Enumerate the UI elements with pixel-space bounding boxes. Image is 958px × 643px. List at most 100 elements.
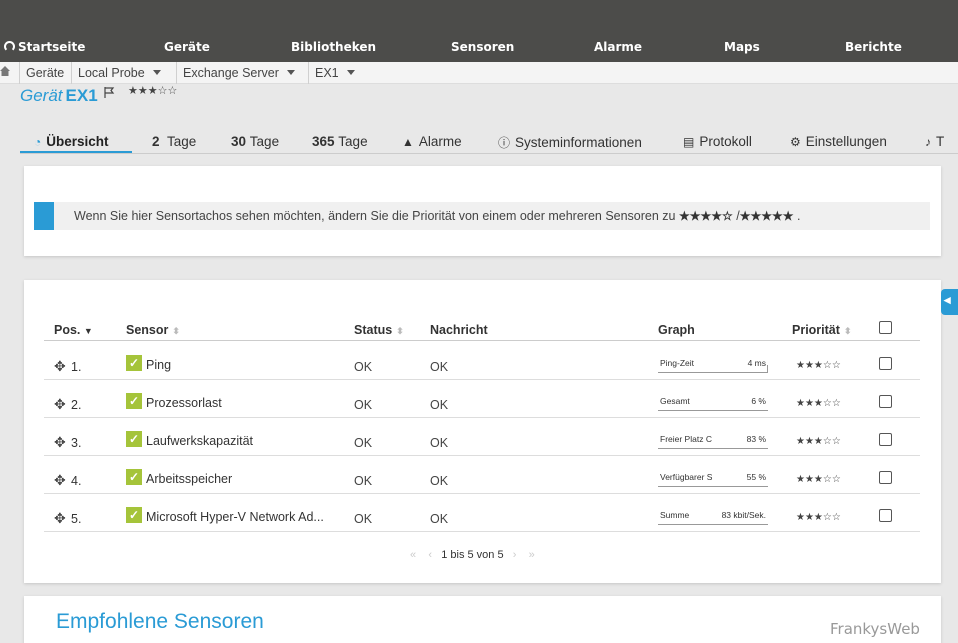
col-header-graph: Graph <box>658 323 695 337</box>
nav-libraries[interactable]: Bibliotheken <box>291 40 376 54</box>
page-title: Gerät EX1 <box>20 86 98 106</box>
device-priority-stars[interactable]: ★★★☆☆ <box>128 84 177 97</box>
sensor-name[interactable]: Prozessorlast <box>146 396 222 410</box>
row-checkbox[interactable] <box>879 509 892 522</box>
device-name[interactable]: EX1 <box>66 86 98 105</box>
priority-stars[interactable]: ★★★☆☆ <box>796 512 841 523</box>
priority-stars[interactable]: ★★★☆☆ <box>796 436 841 447</box>
move-icon[interactable]: ✥ <box>54 396 66 413</box>
breadcrumb-devices[interactable]: Geräte <box>19 62 64 84</box>
sensor-graph[interactable]: Ping-Zeit 4 ms <box>658 357 768 373</box>
col-header-pos[interactable]: Pos. ▼ <box>54 323 93 337</box>
nav-alarms[interactable]: Alarme <box>594 40 642 54</box>
arrow-left-icon: ◂ <box>944 292 951 307</box>
chevron-down-icon[interactable] <box>152 70 161 75</box>
info-icon: ⓘ <box>498 136 511 150</box>
tab-log[interactable]: ▤ Protokoll <box>683 134 752 149</box>
nav-home[interactable]: Startseite <box>4 40 85 54</box>
side-panel-toggle[interactable]: ◂ <box>941 289 958 315</box>
sensor-graph[interactable]: Freier Platz C 83 % <box>658 433 768 449</box>
row-checkbox[interactable] <box>879 395 892 408</box>
status-ok-icon: ✓ <box>126 393 142 409</box>
home-icon[interactable] <box>0 66 10 76</box>
sensor-status: OK <box>354 436 373 450</box>
move-icon[interactable]: ✥ <box>54 510 66 527</box>
nav-maps[interactable]: Maps <box>724 40 760 54</box>
sensor-message: OK <box>430 436 449 450</box>
breadcrumb-local-probe[interactable]: Local Probe <box>71 62 161 84</box>
table-row[interactable]: ✥ 1. ✓ Ping OK OK Ping-Zeit 4 ms ★★★☆☆ <box>44 342 920 380</box>
sensor-status: OK <box>354 360 373 374</box>
sensor-message: OK <box>430 512 449 526</box>
sensor-name[interactable]: Laufwerkskapazität <box>146 434 253 448</box>
col-header-status[interactable]: Status ⬍ <box>354 323 404 337</box>
breadcrumb-exchange-server[interactable]: Exchange Server <box>176 62 295 84</box>
breadcrumb-ex1[interactable]: EX1 <box>308 62 355 84</box>
nav-reports[interactable]: Berichte <box>845 40 902 54</box>
row-checkbox[interactable] <box>879 357 892 370</box>
table-row[interactable]: ✥ 3. ✓ Laufwerkskapazität OK OK Freier P… <box>44 418 920 456</box>
sensor-graph[interactable]: Summe 83 kbit/Sek. <box>658 509 768 525</box>
move-icon[interactable]: ✥ <box>54 358 66 375</box>
table-row[interactable]: ✥ 4. ✓ Arbeitsspeicher OK OK Verfügbarer… <box>44 456 920 494</box>
status-ok-icon: ✓ <box>126 469 142 485</box>
stars-five: ★★★★★ <box>739 209 794 223</box>
chevron-down-icon[interactable] <box>286 70 295 75</box>
nav-devices[interactable]: Geräte <box>164 40 210 54</box>
priority-stars[interactable]: ★★★☆☆ <box>796 360 841 371</box>
sensor-status: OK <box>354 512 373 526</box>
tab-365-days[interactable]: 365 Tage <box>312 134 368 149</box>
list-icon: ▤ <box>683 135 695 149</box>
sort-icon: ⬍ <box>172 326 180 336</box>
sensor-graph[interactable]: Gesamt 6 % <box>658 395 768 411</box>
table-row[interactable]: ✥ 2. ✓ Prozessorlast OK OK Gesamt 6 % ★★… <box>44 380 920 418</box>
nav-sensors[interactable]: Sensoren <box>451 40 514 54</box>
prev-page-button[interactable]: ‹ <box>428 549 432 561</box>
sensor-status: OK <box>354 474 373 488</box>
device-label: Gerät <box>20 86 63 105</box>
sensor-message: OK <box>430 398 449 412</box>
status-ok-icon: ✓ <box>126 507 142 523</box>
tab-alarms[interactable]: ▲ Alarme <box>402 134 462 149</box>
tab-settings[interactable]: ⚙ Einstellungen <box>790 134 887 149</box>
tab-30-days[interactable]: 30 Tage <box>231 134 279 149</box>
sensor-graph[interactable]: Verfügbarer S 55 % <box>658 471 768 487</box>
sensor-name[interactable]: Ping <box>146 358 171 372</box>
info-message: Wenn Sie hier Sensortachos sehen möchten… <box>34 202 930 230</box>
gauge-icon: ◔ <box>34 135 42 149</box>
row-checkbox[interactable] <box>879 471 892 484</box>
sensor-name[interactable]: Microsoft Hyper-V Network Ad... <box>146 510 324 524</box>
move-icon[interactable]: ✥ <box>54 472 66 489</box>
tab-notifications[interactable]: ♪ T <box>925 134 944 149</box>
chevron-down-icon[interactable] <box>346 70 355 75</box>
move-icon[interactable]: ✥ <box>54 434 66 451</box>
select-all-checkbox[interactable] <box>879 321 892 334</box>
tab-system-info[interactable]: ⓘ Systeminformationen <box>498 134 642 151</box>
status-ok-icon: ✓ <box>126 431 142 447</box>
breadcrumb: Geräte Local Probe Exchange Server EX1 <box>0 62 958 84</box>
tab-divider <box>20 153 958 154</box>
flag-icon[interactable] <box>104 87 115 98</box>
gauge-icon <box>4 41 15 52</box>
pagination: « ‹ 1 bis 5 von 5 › » <box>410 549 535 561</box>
first-page-button[interactable]: « <box>410 549 416 561</box>
col-header-sensor[interactable]: Sensor ⬍ <box>126 323 180 337</box>
priority-stars[interactable]: ★★★☆☆ <box>796 398 841 409</box>
row-pos: 5. <box>71 512 82 526</box>
next-page-button[interactable]: › <box>513 549 517 561</box>
col-header-priority[interactable]: Priorität ⬍ <box>792 323 851 337</box>
sensor-name[interactable]: Arbeitsspeicher <box>146 472 232 486</box>
tab-2-days[interactable]: 2 Tage <box>152 134 196 149</box>
tab-bar: ◔ Übersicht 2 Tage 30 Tage 365 Tage ▲ Alar… <box>20 132 958 154</box>
priority-stars[interactable]: ★★★☆☆ <box>796 474 841 485</box>
tab-overview[interactable]: ◔ Übersicht <box>34 134 109 149</box>
recommended-sensors-title: Empfohlene Sensoren <box>56 610 264 633</box>
sensor-message: OK <box>430 474 449 488</box>
active-tab-indicator <box>20 151 132 153</box>
stars-four: ★★★★☆ <box>679 209 733 223</box>
row-pos: 3. <box>71 436 82 450</box>
table-row[interactable]: ✥ 5. ✓ Microsoft Hyper-V Network Ad... O… <box>44 494 920 532</box>
info-accent-bar <box>34 202 54 230</box>
last-page-button[interactable]: » <box>529 549 535 561</box>
row-checkbox[interactable] <box>879 433 892 446</box>
